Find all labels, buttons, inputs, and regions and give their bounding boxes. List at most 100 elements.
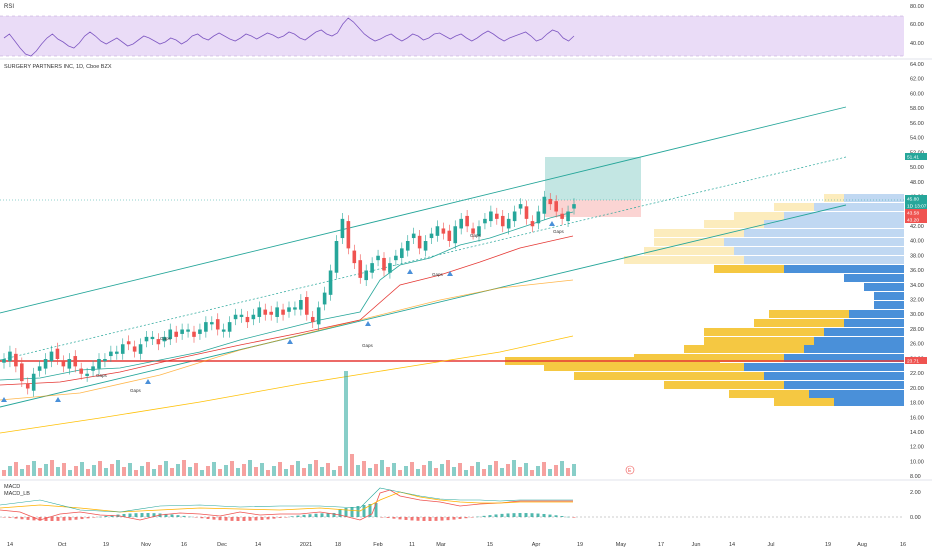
candle-body[interactable] [447,230,452,241]
candle-body[interactable] [25,383,30,389]
candle-body[interactable] [340,218,345,239]
candle-body[interactable] [310,316,315,323]
candle-body[interactable] [210,322,214,325]
candle-body[interactable] [441,228,446,234]
candle-body[interactable] [14,353,18,367]
candle-body[interactable] [548,198,553,205]
candle-body[interactable] [352,250,357,264]
earnings-badge[interactable]: E [628,468,632,474]
candle-body[interactable] [85,373,89,376]
candle-body[interactable] [483,218,487,224]
candle-body[interactable] [435,226,440,236]
candle-body[interactable] [429,233,434,239]
candle-body[interactable] [405,241,410,251]
candle-body[interactable] [293,307,297,310]
candle-body[interactable] [150,336,155,340]
candle-body[interactable] [37,366,42,371]
candle-body[interactable] [227,322,232,332]
candle-body[interactable] [346,221,351,249]
candle-body[interactable] [411,233,416,239]
trading-chart[interactable]: RSI 80.00 60.00 40.00 SURGERY PARTNERS INC… [0,0,932,550]
candle-body[interactable] [459,218,463,229]
main-panel[interactable]: SURGERY PARTNERS INC, 1D, Cboe BZX 64.00… [0,62,927,480]
candlesticks[interactable] [2,190,576,397]
candle-body[interactable] [31,373,36,391]
candle-body[interactable] [275,307,279,317]
candle-body[interactable] [524,206,529,219]
candle-body[interactable] [215,319,220,330]
candle-body[interactable] [358,260,363,278]
candle-body[interactable] [120,344,125,354]
candle-body[interactable] [394,255,398,261]
candle-body[interactable] [8,351,12,362]
candle-body[interactable] [542,196,547,214]
candle-body[interactable] [245,316,250,323]
candle-body[interactable] [79,368,83,374]
candle-body[interactable] [370,263,374,273]
candle-body[interactable] [263,309,268,315]
candle-body[interactable] [126,341,131,345]
candle-body[interactable] [572,204,576,209]
candle-body[interactable] [316,307,321,325]
candle-body[interactable] [269,311,273,315]
candle-body[interactable] [299,300,303,310]
candle-body[interactable] [43,359,48,369]
candle-body[interactable] [20,363,24,382]
candle-body[interactable] [322,292,327,305]
candle-body[interactable] [530,221,535,227]
candle-body[interactable] [55,348,60,359]
candle-body[interactable] [506,218,511,229]
candle-body[interactable] [560,213,564,219]
candle-body[interactable] [554,201,558,212]
candle-body[interactable] [192,331,196,337]
price-axis[interactable]: 64.0062.0060.0058.0056.0054.0052.0050.00… [910,62,924,480]
candle-body[interactable] [376,255,380,261]
candle-body[interactable] [382,257,386,271]
candle-body[interactable] [518,204,523,209]
candle-body[interactable] [287,307,291,312]
candle-body[interactable] [49,351,54,362]
candle-body[interactable] [465,215,469,227]
candle-body[interactable] [198,329,202,334]
channel-upper-line[interactable] [0,106,847,314]
candle-body[interactable] [73,356,78,367]
candle-body[interactable] [2,359,6,363]
candle-body[interactable] [103,359,107,362]
candle-body[interactable] [453,226,458,244]
candle-body[interactable] [144,336,149,342]
candle-body[interactable] [180,329,184,334]
candle-body[interactable] [400,248,404,258]
candle-body[interactable] [61,361,66,367]
candle-body[interactable] [174,331,178,337]
candle-body[interactable] [305,297,309,315]
candle-body[interactable] [489,211,493,222]
candle-body[interactable] [251,314,256,320]
time-axis[interactable]: 14 Oct 19 Nov 16 Dec 14 2021 18 Feb 11 Mar 15 Apr 19 Ma… [7,542,906,548]
candle-body[interactable] [138,344,143,354]
candle-body[interactable] [388,263,392,273]
candle-body[interactable] [221,329,226,332]
candle-body[interactable] [204,322,208,332]
candle-body[interactable] [495,213,499,219]
candle-body[interactable] [364,270,368,281]
candle-body[interactable] [109,351,113,357]
candle-body[interactable] [281,309,285,315]
candle-body[interactable] [334,241,339,273]
candle-body[interactable] [97,359,101,369]
candle-body[interactable] [500,215,505,227]
candle-body[interactable] [566,211,570,222]
candle-body[interactable] [115,351,119,354]
candle-body[interactable] [257,307,262,317]
candle-body[interactable] [328,270,333,295]
candle-body[interactable] [67,359,72,369]
candle-body[interactable] [239,314,244,317]
candle-body[interactable] [132,346,137,352]
candle-body[interactable] [417,235,422,249]
candle-body[interactable] [91,366,95,371]
candle-body[interactable] [233,314,238,320]
candle-body[interactable] [423,241,428,251]
candle-body[interactable] [536,211,541,224]
volume-bar [542,462,546,476]
candle-body[interactable] [186,329,190,332]
candle-body[interactable] [512,211,517,222]
